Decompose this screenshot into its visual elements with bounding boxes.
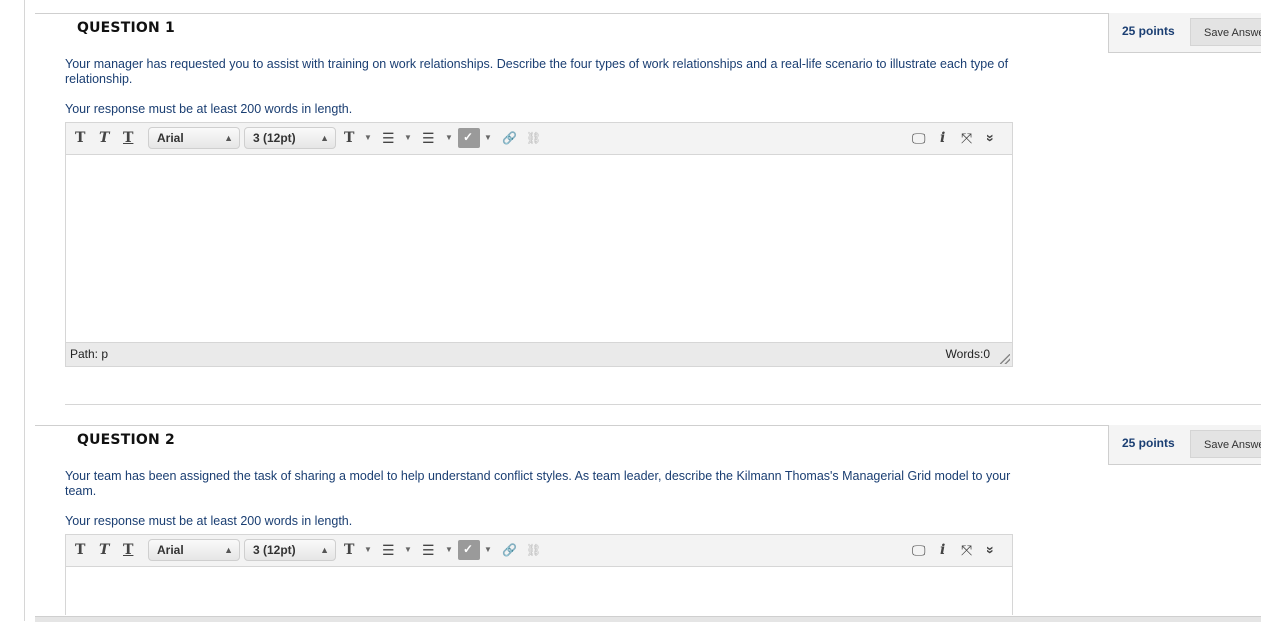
dropdown-arrow-icon[interactable]: ▼: [445, 541, 453, 559]
question-text: Your team has been assigned the task of …: [65, 469, 1011, 498]
question-requirement: Your response must be at least 200 words…: [65, 102, 353, 116]
save-answer-button[interactable]: Save Answer: [1190, 18, 1261, 46]
fullscreen-icon[interactable]: ⤧: [961, 541, 972, 559]
points-panel: 25 points Save Answer: [1108, 425, 1261, 465]
text-editor: T T T Arial ▲ 3 (12pt) ▲ T ▼ ☰ ▼ ☰ ▼ ✓ ▼ 🔗…: [65, 534, 1013, 615]
select-arrow-icon: ▲: [320, 133, 329, 143]
more-icon[interactable]: »: [982, 134, 1000, 142]
editor-status-bar: Path: p Words:0: [66, 342, 1012, 366]
link-icon: 🔗: [502, 131, 517, 145]
editor-text-area[interactable]: [66, 567, 1012, 615]
editor-toolbar: T T T Arial ▲ 3 (12pt) ▲ T ▼ ☰ ▼ ☰ ▼ ✓ ▼ 🔗…: [66, 535, 1012, 567]
horizontal-scrollbar[interactable]: [35, 616, 1261, 622]
unlink-icon: ⛓: [526, 543, 542, 557]
dropdown-arrow-icon[interactable]: ▼: [364, 129, 372, 147]
info-icon[interactable]: i: [940, 129, 945, 147]
question-title: QUESTION 1: [77, 20, 175, 36]
preview-icon[interactable]: 🖵: [912, 129, 926, 147]
italic-icon[interactable]: T: [99, 129, 109, 147]
word-count: Words:0: [945, 347, 990, 361]
info-icon[interactable]: i: [940, 541, 945, 559]
select-arrow-icon: ▲: [224, 545, 233, 555]
text-editor: T T T Arial ▲ 3 (12pt) ▲ T ▼ ☰ ▼ ☰ ▼ ✓ ▼ 🔗…: [65, 122, 1013, 367]
numbered-list-icon[interactable]: ☰: [422, 129, 435, 147]
preview-icon[interactable]: 🖵: [912, 541, 926, 559]
dropdown-arrow-icon[interactable]: ▼: [404, 129, 412, 147]
bullet-list-icon[interactable]: ☰: [382, 129, 395, 147]
select-arrow-icon: ▲: [224, 133, 233, 143]
dropdown-arrow-icon[interactable]: ▼: [484, 129, 492, 147]
dropdown-arrow-icon[interactable]: ▼: [364, 541, 372, 559]
page-left-border: [24, 0, 25, 621]
dropdown-arrow-icon[interactable]: ▼: [484, 541, 492, 559]
font-family-select[interactable]: Arial ▲: [148, 539, 240, 561]
spellcheck-icon[interactable]: ✓: [458, 128, 480, 148]
select-arrow-icon: ▲: [320, 545, 329, 555]
save-answer-button[interactable]: Save Answer: [1190, 430, 1261, 458]
link-icon: 🔗: [502, 543, 517, 557]
font-family-select[interactable]: Arial ▲: [148, 127, 240, 149]
font-size-select[interactable]: 3 (12pt) ▲: [244, 127, 336, 149]
text-color-icon[interactable]: T: [344, 541, 354, 559]
question-requirement: Your response must be at least 200 words…: [65, 514, 353, 528]
spellcheck-icon[interactable]: ✓: [458, 540, 480, 560]
points-panel: 25 points Save Answer: [1108, 13, 1261, 53]
dropdown-arrow-icon[interactable]: ▼: [445, 129, 453, 147]
dropdown-arrow-icon[interactable]: ▼: [404, 541, 412, 559]
resize-handle-icon[interactable]: [1000, 354, 1010, 364]
points-label: 25 points: [1122, 436, 1175, 450]
question-title: QUESTION 2: [77, 432, 175, 448]
unlink-icon: ⛓: [526, 131, 542, 145]
italic-icon[interactable]: T: [99, 541, 109, 559]
path-label: Path: p: [70, 347, 109, 361]
bold-icon[interactable]: T: [75, 129, 85, 147]
points-label: 25 points: [1122, 24, 1175, 38]
underline-icon[interactable]: T: [123, 129, 133, 147]
numbered-list-icon[interactable]: ☰: [422, 541, 435, 559]
question-separator: [65, 404, 1261, 405]
more-icon[interactable]: »: [982, 546, 1000, 554]
fullscreen-icon[interactable]: ⤧: [961, 129, 972, 147]
question-2: QUESTION 2 Your team has been assigned t…: [35, 425, 1261, 621]
editor-text-area[interactable]: [66, 155, 1012, 342]
bold-icon[interactable]: T: [75, 541, 85, 559]
editor-toolbar: T T T Arial ▲ 3 (12pt) ▲ T ▼ ☰ ▼ ☰ ▼ ✓ ▼ 🔗…: [66, 123, 1012, 155]
bullet-list-icon[interactable]: ☰: [382, 541, 395, 559]
text-color-icon[interactable]: T: [344, 129, 354, 147]
question-1: QUESTION 1 Your manager has requested yo…: [35, 13, 1261, 393]
question-text: Your manager has requested you to assist…: [65, 57, 1009, 86]
font-size-select[interactable]: 3 (12pt) ▲: [244, 539, 336, 561]
underline-icon[interactable]: T: [123, 541, 133, 559]
